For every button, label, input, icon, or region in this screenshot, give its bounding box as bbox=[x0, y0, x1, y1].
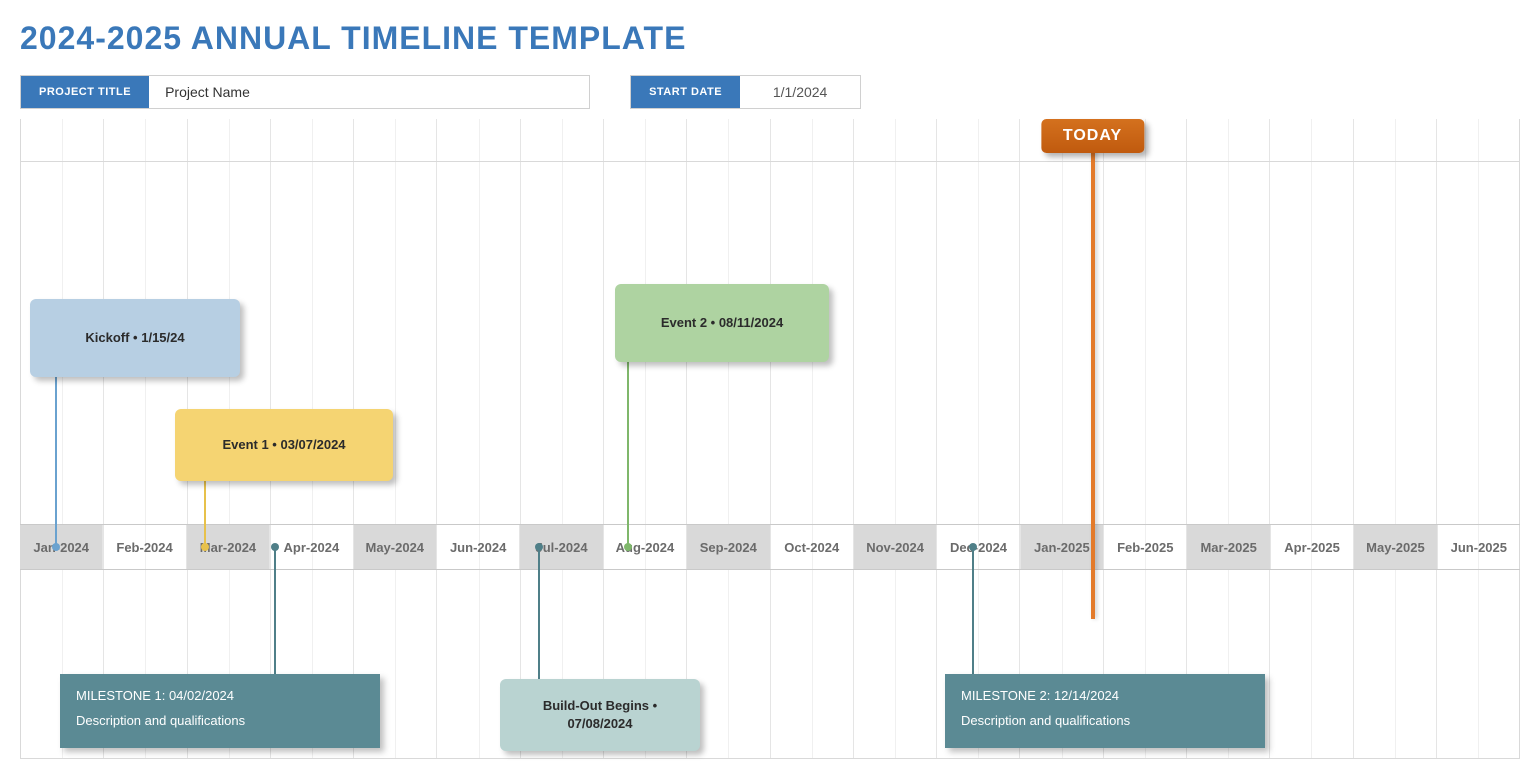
axis-cell: Oct-2024 bbox=[771, 525, 854, 569]
axis-cell: Feb-2024 bbox=[103, 525, 186, 569]
axis-cell: May-2025 bbox=[1354, 525, 1437, 569]
grid-subline bbox=[62, 119, 63, 758]
event-callout-event1[interactable]: Event 1 • 03/07/2024 bbox=[175, 409, 393, 481]
axis-cell: Jan-2024 bbox=[20, 525, 103, 569]
grid-subline bbox=[145, 119, 146, 758]
event-dot-buildout bbox=[535, 543, 543, 551]
milestone-2-title: MILESTONE 2: 12/14/2024 bbox=[961, 688, 1249, 703]
grid-subline bbox=[812, 119, 813, 758]
milestone-box-1[interactable]: MILESTONE 1: 04/02/2024 Description and … bbox=[60, 674, 380, 748]
page-title: 2024-2025 ANNUAL TIMELINE TEMPLATE bbox=[20, 20, 1508, 57]
today-marker-line bbox=[1091, 139, 1095, 619]
grid-subline bbox=[1395, 119, 1396, 758]
event-dot-event2 bbox=[624, 543, 632, 551]
grid-subline bbox=[895, 119, 896, 758]
grid-subline bbox=[395, 119, 396, 758]
header-row: PROJECT TITLE Project Name START DATE 1/… bbox=[20, 75, 1508, 109]
grid-subline bbox=[562, 119, 563, 758]
event-stem-kickoff bbox=[55, 377, 57, 547]
grid-subline bbox=[645, 119, 646, 758]
grid-col bbox=[1104, 119, 1187, 758]
axis-cell: Mar-2025 bbox=[1187, 525, 1270, 569]
axis-cell: Jun-2024 bbox=[437, 525, 520, 569]
event-dot-event1 bbox=[201, 543, 209, 551]
grid-subline bbox=[1228, 119, 1229, 758]
project-title-label: PROJECT TITLE bbox=[21, 76, 149, 108]
grid-subline bbox=[1478, 119, 1479, 758]
axis-cell: Nov-2024 bbox=[854, 525, 937, 569]
grid-col bbox=[937, 119, 1020, 758]
milestone-dot-2 bbox=[969, 543, 977, 551]
milestone-box-2[interactable]: MILESTONE 2: 12/14/2024 Description and … bbox=[945, 674, 1265, 748]
grid-subline bbox=[479, 119, 480, 758]
milestone-1-title: MILESTONE 1: 04/02/2024 bbox=[76, 688, 364, 703]
milestone-dot-1 bbox=[271, 543, 279, 551]
event-dot-kickoff bbox=[52, 543, 60, 551]
start-date-field: START DATE 1/1/2024 bbox=[630, 75, 861, 109]
grid-col bbox=[771, 119, 854, 758]
grid-col bbox=[1437, 119, 1519, 758]
start-date-value[interactable]: 1/1/2024 bbox=[740, 76, 860, 108]
grid-col bbox=[604, 119, 687, 758]
milestone-2-desc: Description and qualifications bbox=[961, 713, 1249, 728]
event-stem-event2 bbox=[627, 362, 629, 547]
grid-subline bbox=[1062, 119, 1063, 758]
event-stem-buildout bbox=[538, 547, 540, 679]
start-date-label: START DATE bbox=[631, 76, 740, 108]
grid-col bbox=[687, 119, 770, 758]
grid-col bbox=[521, 119, 604, 758]
event-callout-buildout[interactable]: Build-Out Begins • 07/08/2024 bbox=[500, 679, 700, 751]
milestone-stem-2 bbox=[972, 547, 974, 674]
axis-cell: Aug-2024 bbox=[604, 525, 687, 569]
grid-col bbox=[21, 119, 104, 758]
project-title-value[interactable]: Project Name bbox=[149, 76, 589, 108]
grid-subline bbox=[728, 119, 729, 758]
project-title-field: PROJECT TITLE Project Name bbox=[20, 75, 590, 109]
grid-subline bbox=[1145, 119, 1146, 758]
event-callout-event2[interactable]: Event 2 • 08/11/2024 bbox=[615, 284, 829, 362]
grid-col bbox=[1270, 119, 1353, 758]
axis-cell: Mar-2024 bbox=[187, 525, 270, 569]
event-callout-kickoff[interactable]: Kickoff • 1/15/24 bbox=[30, 299, 240, 377]
grid-subline bbox=[1311, 119, 1312, 758]
axis-cell: May-2024 bbox=[354, 525, 437, 569]
timeline-axis: Jan-2024Feb-2024Mar-2024Apr-2024May-2024… bbox=[20, 524, 1520, 570]
event-stem-event1 bbox=[204, 481, 206, 547]
axis-cell: Apr-2025 bbox=[1271, 525, 1354, 569]
milestone-1-desc: Description and qualifications bbox=[76, 713, 364, 728]
axis-cell: Sep-2024 bbox=[687, 525, 770, 569]
grid-col bbox=[1187, 119, 1270, 758]
grid-col bbox=[437, 119, 520, 758]
axis-cell: Jun-2025 bbox=[1438, 525, 1520, 569]
grid-subline bbox=[978, 119, 979, 758]
grid-col bbox=[854, 119, 937, 758]
grid-col bbox=[1354, 119, 1437, 758]
axis-cell: Dec-2024 bbox=[937, 525, 1020, 569]
grid-top-border bbox=[20, 161, 1520, 162]
axis-cell: Feb-2025 bbox=[1104, 525, 1187, 569]
axis-cell: Apr-2024 bbox=[270, 525, 353, 569]
axis-cell: Jul-2024 bbox=[520, 525, 603, 569]
today-badge: TODAY bbox=[1041, 119, 1144, 153]
milestone-stem-1 bbox=[274, 547, 276, 674]
timeline: Jan-2024Feb-2024Mar-2024Apr-2024May-2024… bbox=[20, 119, 1520, 759]
